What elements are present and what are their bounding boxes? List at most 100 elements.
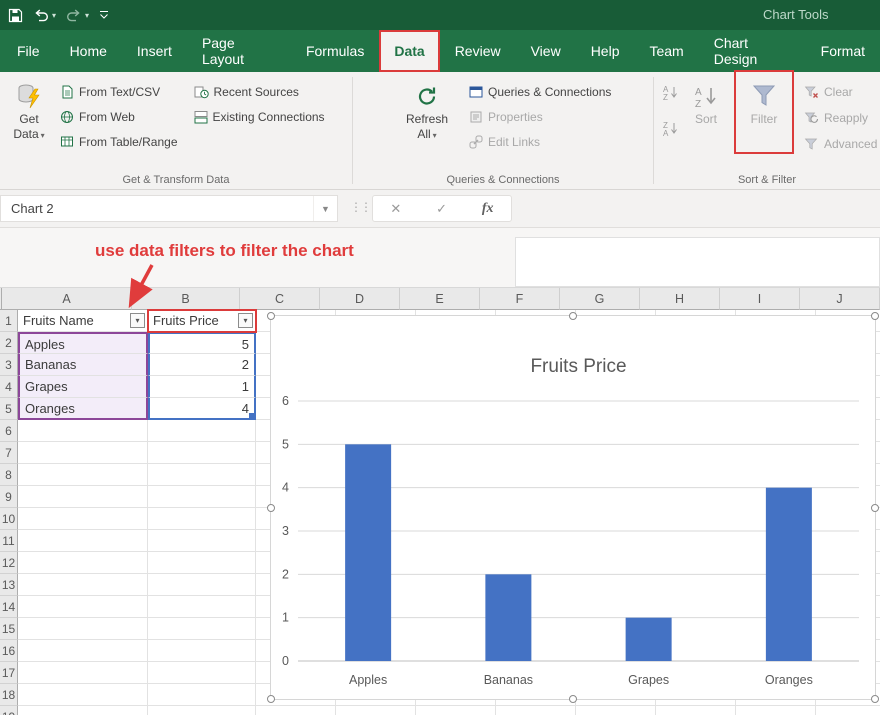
cell-A10[interactable] [18,508,148,530]
cell-B5[interactable]: 4 [148,398,256,420]
cell-B4[interactable]: 1 [148,376,256,398]
name-box[interactable]: Chart 2 ▼ [0,195,338,222]
cell-A4[interactable]: Grapes [18,376,148,398]
cell-A14[interactable] [18,596,148,618]
row-header-8[interactable]: 8 [0,464,18,486]
chart-resize-handle[interactable] [871,695,879,703]
cell-B12[interactable] [148,552,256,574]
chart-title[interactable]: Fruits Price [530,356,626,377]
cell-B6[interactable] [148,420,256,442]
cell-B7[interactable] [148,442,256,464]
customize-quick-access-button[interactable] [99,10,109,20]
row-header-7[interactable]: 7 [0,442,18,464]
cell-C19[interactable] [256,706,336,715]
cell-A11[interactable] [18,530,148,552]
from-table-range-button[interactable]: From Table/Range [60,134,178,150]
chart-resize-handle[interactable] [267,504,275,512]
cell-A19[interactable] [18,706,148,715]
tab-team[interactable]: Team [634,30,698,72]
row-header-13[interactable]: 13 [0,574,18,596]
column-header-I[interactable]: I [720,288,800,310]
filter-dropdown-B1[interactable]: ▾ [238,313,253,328]
chart-canvas[interactable]: 0123456ApplesBananasGrapesOrangesFruits … [271,316,875,699]
row-header-15[interactable]: 15 [0,618,18,640]
column-header-H[interactable]: H [640,288,720,310]
chart-resize-handle[interactable] [267,695,275,703]
row-header-9[interactable]: 9 [0,486,18,508]
tab-insert[interactable]: Insert [122,30,187,72]
column-header-E[interactable]: E [400,288,480,310]
cell-A15[interactable] [18,618,148,640]
row-header-12[interactable]: 12 [0,552,18,574]
cell-A3[interactable]: Bananas [18,354,148,376]
row-header-19[interactable]: 19 [0,706,18,715]
row-header-3[interactable]: 3 [0,354,18,376]
cell-A8[interactable] [18,464,148,486]
cell-B10[interactable] [148,508,256,530]
get-data-button[interactable]: Get Data▾ [0,72,58,189]
save-button[interactable] [8,8,23,23]
cell-A12[interactable] [18,552,148,574]
recent-sources-button[interactable]: Recent Sources [194,84,325,100]
chart-bar-bananas[interactable] [485,574,531,661]
chart-bar-oranges[interactable] [766,488,812,661]
row-header-5[interactable]: 5 [0,398,18,420]
row-header-4[interactable]: 4 [0,376,18,398]
cell-B2[interactable]: 5 [148,332,256,354]
row-header-6[interactable]: 6 [0,420,18,442]
fruits-price-bar-chart[interactable]: 0123456ApplesBananasGrapesOrangesFruits … [271,316,875,699]
cell-A18[interactable] [18,684,148,706]
cell-B19[interactable] [148,706,256,715]
row-header-1[interactable]: 1 [0,310,18,332]
chevron-down-icon[interactable]: ▼ [313,196,337,221]
cell-F19[interactable] [496,706,576,715]
cell-B1[interactable]: Fruits Price▾ [148,310,256,332]
cell-A17[interactable] [18,662,148,684]
refresh-all-button[interactable]: Refresh All▾ [395,72,459,189]
chart-bar-grapes[interactable] [626,618,672,661]
column-header-G[interactable]: G [560,288,640,310]
tab-file[interactable]: File [2,30,55,72]
cell-A16[interactable] [18,640,148,662]
cell-D19[interactable] [336,706,416,715]
cell-B18[interactable] [148,684,256,706]
tab-view[interactable]: View [516,30,576,72]
chart-resize-handle[interactable] [871,504,879,512]
cell-A7[interactable] [18,442,148,464]
enter-icon[interactable]: ✓ [436,201,447,217]
chart-resize-handle[interactable] [267,312,275,320]
cell-A13[interactable] [18,574,148,596]
row-header-18[interactable]: 18 [0,684,18,706]
tab-data[interactable]: Data [379,30,439,72]
cell-I19[interactable] [736,706,816,715]
tab-help[interactable]: Help [576,30,635,72]
column-header-C[interactable]: C [240,288,320,310]
cell-A5[interactable]: Oranges [18,398,148,420]
tab-review[interactable]: Review [440,30,516,72]
column-header-J[interactable]: J [800,288,880,310]
row-header-10[interactable]: 10 [0,508,18,530]
formula-bar-input[interactable] [515,237,880,287]
row-header-17[interactable]: 17 [0,662,18,684]
tab-formulas[interactable]: Formulas [291,30,379,72]
chart-resize-handle[interactable] [871,312,879,320]
column-header-D[interactable]: D [320,288,400,310]
cell-G19[interactable] [576,706,656,715]
tab-format[interactable]: Format [806,30,880,72]
from-text-csv-button[interactable]: From Text/CSV [60,84,178,100]
row-header-2[interactable]: 2 [0,332,18,354]
cell-B11[interactable] [148,530,256,552]
cell-E19[interactable] [416,706,496,715]
select-all-button[interactable] [0,288,2,310]
cell-B13[interactable] [148,574,256,596]
chart-resize-handle[interactable] [569,695,577,703]
cell-B15[interactable] [148,618,256,640]
cell-H19[interactable] [656,706,736,715]
existing-connections-button[interactable]: Existing Connections [194,109,325,125]
cell-B9[interactable] [148,486,256,508]
cell-B17[interactable] [148,662,256,684]
queries-connections-button[interactable]: Queries & Connections [469,84,611,100]
cell-A2[interactable]: Apples [18,332,148,354]
tab-chart-design[interactable]: Chart Design [699,30,806,72]
formula-bar-handle[interactable]: ⋮⋮ [350,200,370,214]
